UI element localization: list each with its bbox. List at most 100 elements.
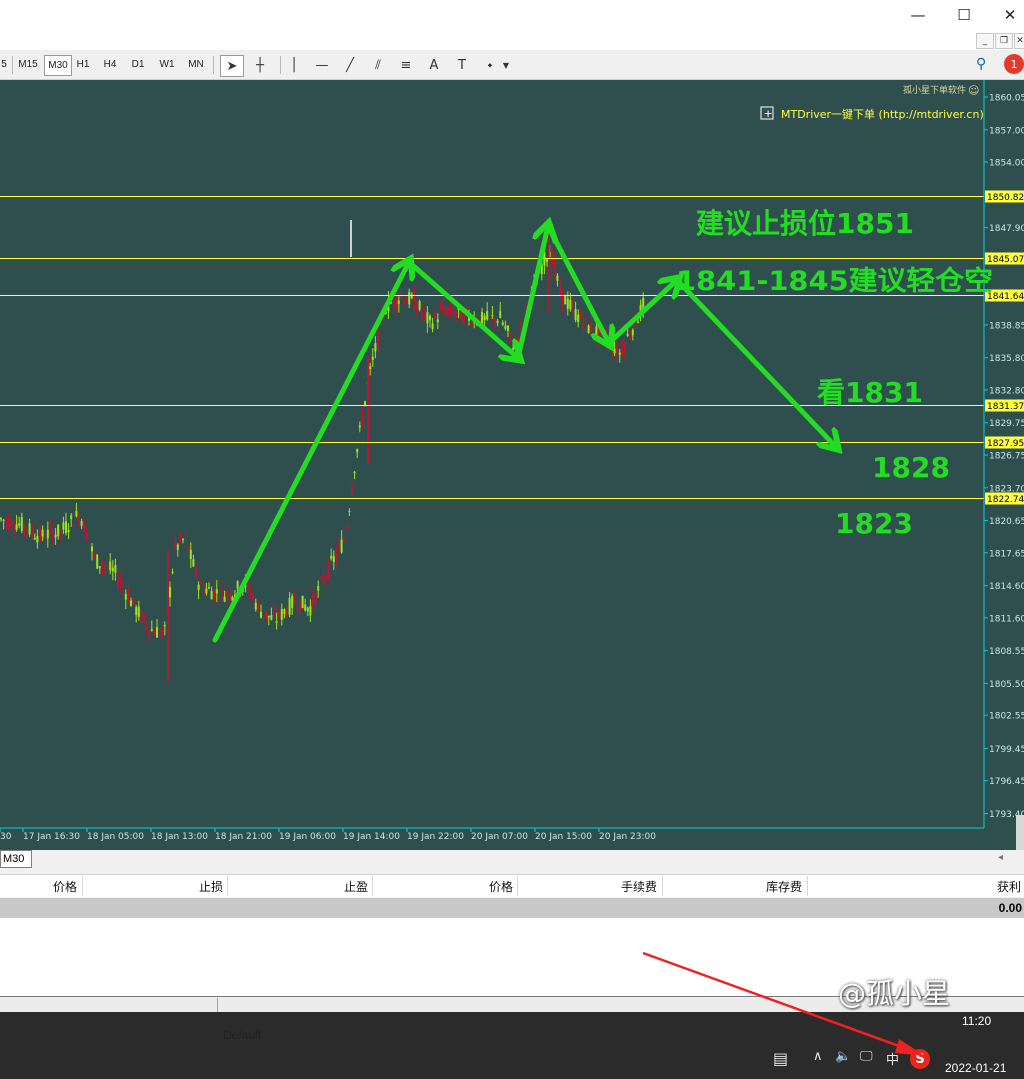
- candle-body: [83, 521, 86, 533]
- crosshair-icon[interactable]: ┼: [249, 55, 271, 75]
- terminal-column-header[interactable]: 止损: [163, 878, 223, 895]
- candle-body: [247, 582, 249, 586]
- terminal-column-header[interactable]: 获利: [961, 878, 1021, 895]
- candle-body: [501, 322, 504, 325]
- candle-body: [265, 610, 268, 618]
- mdi-minimize-button[interactable]: _: [976, 33, 994, 49]
- short-zone-annotation: 1841-1845建议轻仓空: [676, 265, 993, 297]
- menu-bar: [0, 30, 1024, 50]
- candle-body: [171, 571, 174, 574]
- time-tick-label: 19 Jan 22:00: [407, 832, 464, 842]
- candle-body: [283, 609, 286, 615]
- trendline-icon[interactable]: ╱: [339, 55, 361, 75]
- candle-body: [377, 329, 379, 347]
- candle-body: [631, 329, 634, 336]
- shapes-dropdown-icon[interactable]: ▼: [499, 55, 513, 75]
- fibonacci-retracement-icon[interactable]: ≡: [395, 55, 417, 75]
- candle-body: [348, 510, 351, 512]
- timeframe-m15-button[interactable]: M15: [16, 55, 40, 74]
- price-level-label: 1827.95: [987, 439, 1024, 449]
- candle-body: [332, 555, 335, 563]
- candle-body: [564, 295, 567, 305]
- candle-body: [595, 326, 598, 336]
- network-icon[interactable]: 🖵: [860, 1049, 873, 1064]
- volume-icon[interactable]: 🔈: [835, 1049, 851, 1064]
- time-tick-label: 19 Jan 14:00: [343, 832, 400, 842]
- tab-scroll-left-icon[interactable]: ◂: [998, 852, 1003, 863]
- mdi-close-button[interactable]: ✕: [1014, 33, 1024, 49]
- status-profile: Default: [223, 1028, 262, 1042]
- timeframe-h4-button[interactable]: H4: [99, 55, 121, 74]
- terminal-column-header[interactable]: 手续费: [597, 878, 657, 895]
- text-icon[interactable]: A: [423, 55, 445, 75]
- candle-body: [218, 598, 221, 602]
- candle-body: [143, 614, 145, 620]
- candle-body: [91, 546, 93, 552]
- candle-body: [403, 301, 405, 305]
- search-icon[interactable]: ⚲: [976, 56, 986, 72]
- mdi-restore-button[interactable]: ❐: [995, 33, 1013, 49]
- terminal-column-header[interactable]: 价格: [453, 878, 513, 895]
- watermark: @孤小星: [838, 977, 951, 1010]
- candle-body: [494, 318, 496, 324]
- timeframe-d1-button[interactable]: D1: [127, 55, 149, 74]
- candle-body: [189, 549, 192, 560]
- candle-body: [330, 555, 333, 559]
- candle-body: [215, 589, 218, 594]
- terminal-column-header[interactable]: 库存费: [742, 878, 802, 895]
- clock-time[interactable]: 11:20: [962, 1014, 991, 1028]
- minimize-window-button[interactable]: —: [895, 0, 941, 30]
- sogou-ime-icon[interactable]: S: [910, 1049, 930, 1069]
- timeframe-h1-button[interactable]: H1: [72, 55, 94, 74]
- candle-body: [187, 546, 190, 551]
- candle-body: [5, 519, 8, 523]
- vertical-line-icon[interactable]: │: [283, 55, 305, 75]
- fibonacci-fan-icon[interactable]: ⫽: [367, 55, 389, 75]
- plus-icon: +: [764, 107, 773, 120]
- candle-body: [364, 401, 366, 406]
- candle-body: [499, 311, 502, 319]
- terminal-column-header[interactable]: 止盈: [308, 878, 368, 895]
- candle-body: [579, 312, 582, 320]
- maximize-window-button[interactable]: ☐: [941, 0, 987, 30]
- candle-body: [156, 627, 158, 638]
- timeframe-w1-button[interactable]: W1: [156, 55, 178, 74]
- price-tick-label: 1811.60: [989, 614, 1024, 624]
- timeframe-m30-button[interactable]: M30: [44, 55, 72, 76]
- candle-body: [481, 311, 483, 324]
- candle-body: [111, 567, 114, 572]
- timeframe-5-button[interactable]: 5: [0, 55, 8, 74]
- notification-badge[interactable]: 1: [1004, 54, 1024, 74]
- candle-body: [436, 319, 439, 323]
- candle-body: [304, 604, 307, 611]
- ime-indicator[interactable]: 中: [886, 1049, 899, 1068]
- cursor-icon[interactable]: ➤: [220, 55, 244, 77]
- column-separator: [517, 876, 518, 896]
- clock-date[interactable]: 2022-01-21: [945, 1061, 1006, 1075]
- candle-body: [254, 602, 257, 610]
- tab-m30[interactable]: M30: [0, 850, 32, 868]
- horizontal-line-icon[interactable]: —: [311, 55, 333, 75]
- candle-body: [309, 606, 312, 616]
- task-view-icon[interactable]: ▤: [773, 1049, 788, 1068]
- candle-body: [369, 366, 372, 370]
- candle-body: [278, 610, 281, 619]
- candle-body: [312, 593, 314, 606]
- candle-body: [130, 600, 132, 607]
- candle-body: [442, 305, 444, 312]
- price-chart[interactable]: 1850.821845.071841.641831.371827.951822.…: [0, 80, 1024, 850]
- candle-body: [306, 607, 309, 612]
- candle-body: [57, 524, 60, 537]
- candle-body: [119, 580, 122, 585]
- candle-body: [163, 625, 166, 627]
- vertical-scrollbar[interactable]: [1016, 815, 1024, 850]
- shapes-menu-icon[interactable]: ⬩: [479, 55, 501, 75]
- close-window-button[interactable]: ✕: [987, 0, 1024, 30]
- timeframe-mn-button[interactable]: MN: [184, 55, 208, 74]
- chart-background: [0, 80, 1024, 850]
- tray-expand-icon[interactable]: ∧: [813, 1049, 823, 1064]
- text-label-icon[interactable]: T: [451, 55, 473, 75]
- candle-body: [59, 529, 62, 533]
- terminal-column-header[interactable]: 价格: [17, 878, 77, 895]
- candle-body: [205, 588, 208, 594]
